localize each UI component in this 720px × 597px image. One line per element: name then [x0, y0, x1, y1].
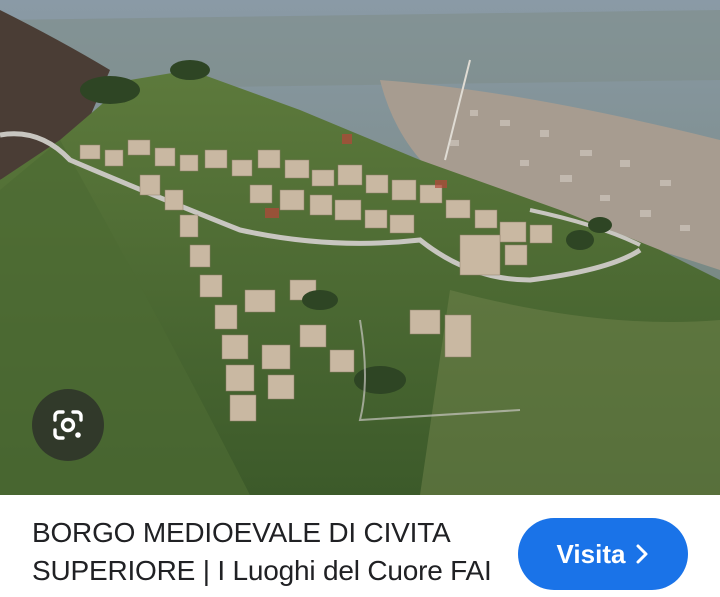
google-lens-icon — [49, 406, 87, 444]
chevron-right-icon — [635, 543, 649, 565]
aerial-village-photo — [0, 0, 720, 495]
visit-button-label: Visita — [556, 538, 626, 569]
visit-button[interactable]: Visita — [518, 518, 688, 590]
google-lens-button[interactable] — [32, 389, 104, 461]
result-title-link[interactable]: BORGO MEDIOEVALE DI CIVITA SUPERIORE | I… — [32, 514, 492, 590]
result-image[interactable] — [0, 0, 720, 495]
